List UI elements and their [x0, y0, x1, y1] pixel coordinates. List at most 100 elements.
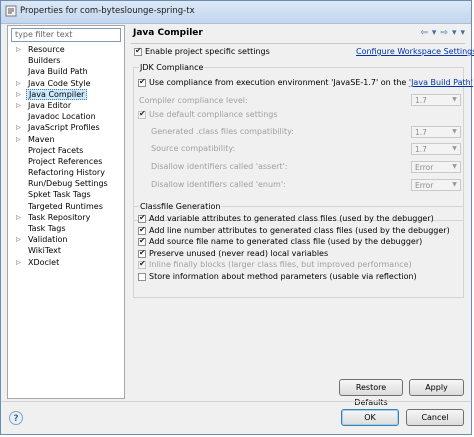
assert-identifier-select[interactable]: Error ▼ — [411, 161, 461, 173]
classfile-option-label: Add source file name to generated class … — [149, 237, 423, 246]
expand-arrow-icon[interactable]: ▷ — [16, 78, 21, 89]
tree-item[interactable]: Java Build Path — [8, 66, 124, 77]
generated-compat-value: 1.7 — [415, 128, 427, 137]
expand-arrow-icon[interactable]: ▷ — [16, 100, 21, 111]
tree-item[interactable]: ▷ Validation — [8, 234, 124, 245]
tree-item-label: Java Build Path — [28, 67, 88, 77]
tree-item-label: Builders — [28, 56, 61, 66]
tree-item[interactable]: ▷ Task Repository — [8, 212, 124, 223]
tree-item[interactable]: ▷ Maven — [8, 134, 124, 145]
tree-item-label: WikiText — [28, 246, 61, 256]
window-title: Properties for com-byteslounge-spring-tx — [20, 6, 195, 16]
assert-identifier-value: Error — [415, 163, 434, 172]
compiler-level-label: Compiler compliance level: — [139, 96, 248, 105]
restore-defaults-button[interactable]: Restore Defaults — [339, 379, 403, 407]
tree-item-label: Maven — [28, 134, 55, 144]
cancel-button[interactable]: Cancel — [406, 409, 464, 426]
classfile-option-checkbox[interactable] — [138, 248, 146, 258]
tree-item-label: Targeted Runtimes — [28, 201, 103, 211]
tree-item[interactable]: ▷ Java Code Style — [8, 78, 124, 89]
view-menu-icon[interactable]: ▾ — [460, 28, 465, 38]
tree-item-label: Java Compiler — [26, 88, 88, 100]
property-page-nav: type filter text ▷ Resource Builders Java B… — [7, 25, 125, 399]
enable-project-checkbox[interactable] — [134, 46, 142, 56]
forward-arrow-icon[interactable]: ⇨ — [440, 28, 448, 38]
jdk-compliance-title: JDK Compliance — [139, 63, 205, 72]
chevron-down-icon: ▼ — [452, 181, 457, 188]
back-arrow-icon[interactable]: ⇦ — [420, 28, 428, 38]
source-compat-value: 1.7 — [415, 145, 427, 154]
classfile-option-label: Add line number attributes to generated … — [149, 225, 450, 235]
tree-item-label: JavaScript Profiles — [28, 123, 100, 133]
expand-arrow-icon[interactable]: ▷ — [16, 134, 21, 145]
tree-item-label: XDoclet — [28, 257, 60, 267]
tree-item[interactable]: ▷ Resource — [8, 44, 124, 55]
filter-input[interactable]: type filter text — [11, 28, 121, 42]
tree-item-label: Validation — [28, 235, 68, 245]
page-header: Java Compiler ⇦ ▾ ⇨ ▾ ▾ — [129, 25, 467, 43]
expand-arrow-icon[interactable]: ▷ — [16, 44, 21, 55]
source-compat-select[interactable]: 1.7 ▼ — [411, 143, 461, 155]
tree-item[interactable]: WikiText — [8, 245, 124, 256]
generated-compat-select[interactable]: 1.7 ▼ — [411, 126, 461, 138]
tree-item[interactable]: Targeted Runtimes — [8, 201, 124, 212]
tree-item-label: Task Repository — [28, 212, 91, 222]
use-compliance-checkbox[interactable] — [138, 77, 146, 87]
classfile-generation-title: Classfile Generation — [139, 202, 222, 211]
expand-arrow-icon[interactable]: ▷ — [16, 257, 21, 268]
classfile-option-label: Inline finally blocks (larger class file… — [149, 260, 412, 269]
tree-item[interactable]: Refactoring History — [8, 167, 124, 178]
java-build-path-link[interactable]: 'Java Build Path' — [409, 78, 473, 87]
assert-identifier-label: Disallow identifiers called 'assert': — [151, 162, 288, 171]
help-icon[interactable]: ? — [9, 411, 23, 425]
tree-item[interactable]: Spket Task Tags — [8, 189, 124, 200]
enum-identifier-select[interactable]: Error ▼ — [411, 179, 461, 191]
tree-item-label: Task Tags — [28, 224, 66, 233]
chevron-down-icon: ▼ — [452, 96, 457, 103]
tree-item[interactable]: ▷ JavaScript Profiles — [8, 122, 124, 133]
tree-item-label: Javadoc Location — [28, 112, 96, 122]
back-dropdown-icon[interactable]: ▾ — [432, 28, 437, 38]
classfile-option-checkbox[interactable] — [138, 272, 146, 281]
classfile-option-checkbox[interactable] — [138, 259, 146, 269]
properties-dialog: Properties for com-byteslounge-spring-tx… — [0, 0, 474, 435]
classfile-option-checkbox[interactable] — [138, 225, 146, 235]
tree-item-label: Refactoring History — [28, 168, 105, 178]
use-default-compliance-checkbox[interactable] — [138, 109, 146, 119]
tree-item[interactable]: Run/Debug Settings — [8, 178, 124, 189]
classfile-option-checkbox[interactable] — [138, 236, 146, 246]
tree-item-label: Project Facets — [28, 145, 84, 155]
page-title: Java Compiler — [133, 28, 203, 38]
tree-item[interactable]: ▷ Java Editor — [8, 100, 124, 111]
classfile-option-checkbox[interactable] — [138, 213, 146, 223]
use-default-compliance-label: Use default compliance settings — [149, 110, 278, 119]
use-compliance-label: Use compliance from execution environmen… — [149, 78, 473, 87]
configure-workspace-link[interactable]: Configure Workspace Settings... — [356, 47, 474, 56]
expand-arrow-icon[interactable]: ▷ — [16, 89, 21, 100]
header-divider — [131, 43, 465, 44]
enable-project-label: Enable project specific settings — [145, 47, 270, 56]
tree-item[interactable]: Javadoc Location — [8, 111, 124, 122]
tree-item-label: Java Code Style — [28, 78, 91, 88]
tree-item-label: Run/Debug Settings — [28, 179, 108, 189]
forward-dropdown-icon[interactable]: ▾ — [452, 28, 457, 38]
history-nav: ⇦ ▾ ⇨ ▾ ▾ — [416, 28, 465, 38]
tree-item[interactable]: Project Facets — [8, 145, 124, 156]
tree-item[interactable]: ▷ Java Compiler — [8, 88, 124, 100]
classfile-option-label: Preserve unused (never read) local varia… — [149, 248, 329, 258]
classfile-option-label: Add variable attributes to generated cla… — [149, 214, 434, 223]
expand-arrow-icon[interactable]: ▷ — [16, 234, 21, 245]
tree-item[interactable]: Task Tags — [8, 223, 124, 234]
source-compat-label: Source compatibility: — [151, 144, 236, 153]
footer-divider — [1, 401, 471, 402]
ok-button[interactable]: OK — [341, 409, 399, 426]
compiler-level-select[interactable]: 1.7 ▼ — [411, 94, 461, 106]
tree-item[interactable]: Builders — [8, 55, 124, 66]
apply-button[interactable]: Apply — [409, 379, 464, 396]
tree-item[interactable]: ▷ XDoclet — [8, 257, 124, 268]
expand-arrow-icon[interactable]: ▷ — [16, 122, 21, 133]
tree-item[interactable]: Project References — [8, 156, 124, 167]
tree-item-label: Resource — [28, 45, 65, 54]
generated-compat-label: Generated .class files compatibility: — [151, 127, 294, 136]
expand-arrow-icon[interactable]: ▷ — [16, 212, 21, 223]
